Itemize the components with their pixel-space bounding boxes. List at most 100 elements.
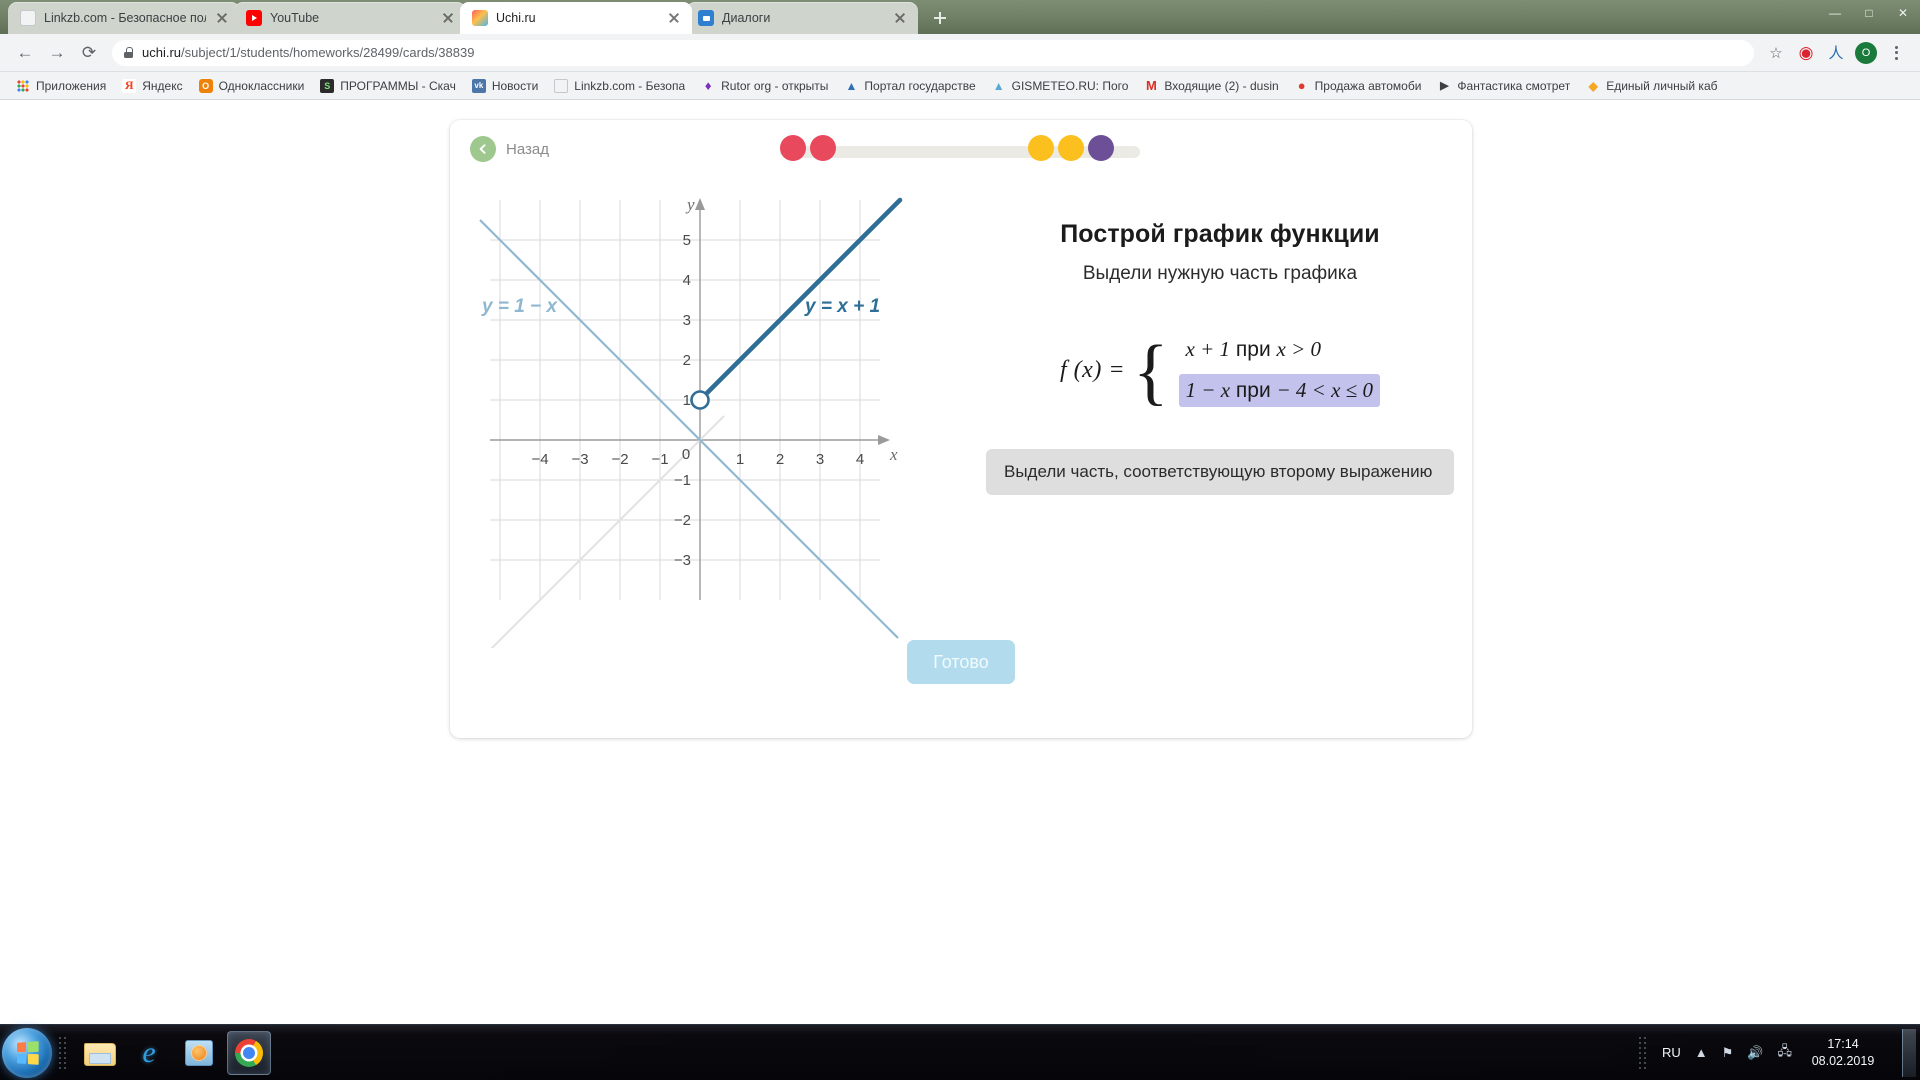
close-icon[interactable] [892,10,908,26]
apps-grid-icon [16,79,30,93]
new-tab-button[interactable] [926,4,954,32]
menu-kebab-icon[interactable] [1882,39,1910,67]
close-icon[interactable] [440,10,456,26]
forward-icon[interactable]: → [42,38,72,68]
graph-svg[interactable]: y x 5 4 3 2 1 −1 −2 −3 −4 −3 −2 −1 0 1 2… [460,178,980,655]
dialogs-icon [698,10,714,26]
browser-tab-1[interactable]: YouTube [234,2,466,34]
lock-icon [124,47,133,58]
back-button[interactable]: Назад [470,136,549,162]
bookmark-auto[interactable]: ● Продажа автомоби [1287,75,1430,97]
formula-fx-label: f (x) = [1060,356,1126,383]
yandex-icon: Я [122,78,137,93]
bookmark-rutor[interactable]: ♦ Rutor org - открыты [693,75,836,97]
browser-tab-2[interactable]: Uchi.ru [460,2,692,34]
chrome-icon[interactable] [227,1030,271,1075]
function-graph[interactable]: y x 5 4 3 2 1 −1 −2 −3 −4 −3 −2 −1 0 1 2… [460,178,980,655]
bookmark-gmail[interactable]: M Входящие (2) - dusin [1136,75,1286,97]
show-hidden-icons-icon[interactable]: ▲ [1695,1045,1708,1060]
star-icon[interactable]: ☆ [1762,39,1790,67]
document-icon [20,10,36,26]
windows-logo-icon [17,1040,39,1065]
progress-dot-3[interactable] [1028,135,1054,161]
opera-icon[interactable]: ◉ [1792,39,1820,67]
y-tick: 4 [683,272,691,289]
page-subtitle: Выдели нужную часть графика [1082,263,1358,284]
uchiru-icon [472,10,488,26]
maximize-button[interactable]: □ [1852,0,1886,26]
bookmark-yandex[interactable]: Я Яндекс [114,75,190,97]
clock[interactable]: 17:14 08.02.2019 [1806,1036,1880,1070]
bookmark-gismeteo[interactable]: ▲ GISMETEO.RU: Пого [984,75,1137,97]
gmail-icon: M [1145,78,1157,93]
bookmark-label: Единый личный каб [1606,78,1718,93]
bookmark-apps[interactable]: Приложения [8,75,114,97]
graph-label-line2: y = x + 1 [804,296,880,317]
profile-avatar[interactable]: O [1852,39,1880,67]
minimize-button[interactable]: — [1818,0,1852,26]
browser-tab-3[interactable]: Диалоги [686,2,918,34]
explorer-icon[interactable] [77,1031,121,1075]
network-icon[interactable]: 🖧 [1778,1042,1793,1064]
bookmark-gosuslugi[interactable]: ▲ Портал государстве [836,75,983,97]
y-tick: 1 [683,392,691,409]
progress-dot-1[interactable] [780,135,806,161]
close-icon[interactable] [666,10,682,26]
formula-case-1[interactable]: x + 1 при x > 0 [1179,333,1328,366]
flag-icon[interactable]: ⚑ [1722,1045,1734,1061]
clock-date: 08.02.2019 [1811,1053,1875,1068]
tab-title: Uchi.ru [496,11,536,25]
bookmark-cabinet[interactable]: ◆ Единый личный каб [1578,75,1725,97]
gismeteo-icon: ▲ [992,78,1005,93]
play-icon: ▶ [1440,80,1449,92]
tab-strip: Linkzb.com - Безопасное польз YouTube Uc… [0,0,1920,34]
x-tick: −3 [571,451,588,468]
y-tick: −1 [674,472,691,489]
bookmark-label: Новости [491,78,539,93]
reload-icon[interactable]: ⟳ [74,38,104,68]
browser-tab-0[interactable]: Linkzb.com - Безопасное польз [8,2,240,34]
progress-dot-5[interactable] [1088,135,1114,161]
hint-message: Выдели часть, соответствующую второму вы… [986,449,1454,496]
bookmark-label: Linkzb.com - Безопа [574,78,686,93]
start-orb[interactable] [2,1027,52,1078]
close-window-button[interactable]: ✕ [1886,0,1920,26]
speaker-icon[interactable]: 🔊 [1747,1045,1763,1061]
internet-explorer-icon[interactable]: e [127,1031,171,1075]
bookmark-label: Приложения [36,78,107,93]
x-tick-labels: −4 −3 −2 −1 0 1 2 3 4 [531,446,864,468]
formula-case-2[interactable]: 1 − x при − 4 < x ≤ 0 [1178,374,1380,408]
bookmark-label: Продажа автомоби [1314,78,1422,93]
card-header: Назад [450,120,1472,178]
close-icon[interactable] [214,10,230,26]
bookmark-odnoklassniki[interactable]: О Одноклассники [191,75,313,97]
tab-title: Диалоги [722,11,771,25]
folder-glyph [84,1041,116,1066]
progress-dot-2[interactable] [810,135,836,161]
x-tick: 1 [736,451,744,468]
url-text: uchi.ru/subject/1/students/homeworks/284… [142,45,474,60]
back-icon[interactable]: ← [10,38,40,68]
bookmark-linkzb[interactable]: Linkzb.com - Безопа [546,75,693,97]
back-label: Назад [506,140,549,158]
done-button[interactable]: Готово [907,640,1015,684]
task-panel: Построй график функции Выдели нужную час… [980,220,1460,496]
show-desktop-button[interactable] [1902,1028,1916,1077]
bookmark-vk-news[interactable]: vk Новости [464,75,546,97]
language-indicator[interactable]: RU [1662,1045,1681,1060]
x-tick: 3 [816,451,824,468]
address-bar[interactable]: uchi.ru/subject/1/students/homeworks/284… [112,39,1754,66]
progress-dot-4[interactable] [1058,135,1084,161]
piecewise-formula: f (x) = { x + 1 при x > 0 1 − x при − 4 … [980,333,1460,409]
media-player-icon[interactable] [177,1031,221,1075]
case2-expression: 1 − x [1185,378,1231,403]
url-domain: uchi.ru [142,45,182,60]
y-tick: −3 [674,552,691,569]
y-axis-label: y [685,195,695,214]
x-tick: −2 [611,451,628,468]
bookmark-fantastika[interactable]: ▶ Фантастика смотрет [1429,75,1578,97]
bookmark-programs[interactable]: S ПРОГРАММЫ - Скач [312,75,464,97]
rutor-icon: ♦ [704,78,712,93]
odnoklassniki-icon: О [198,78,213,93]
adobe-icon[interactable]: 人 [1822,39,1850,67]
